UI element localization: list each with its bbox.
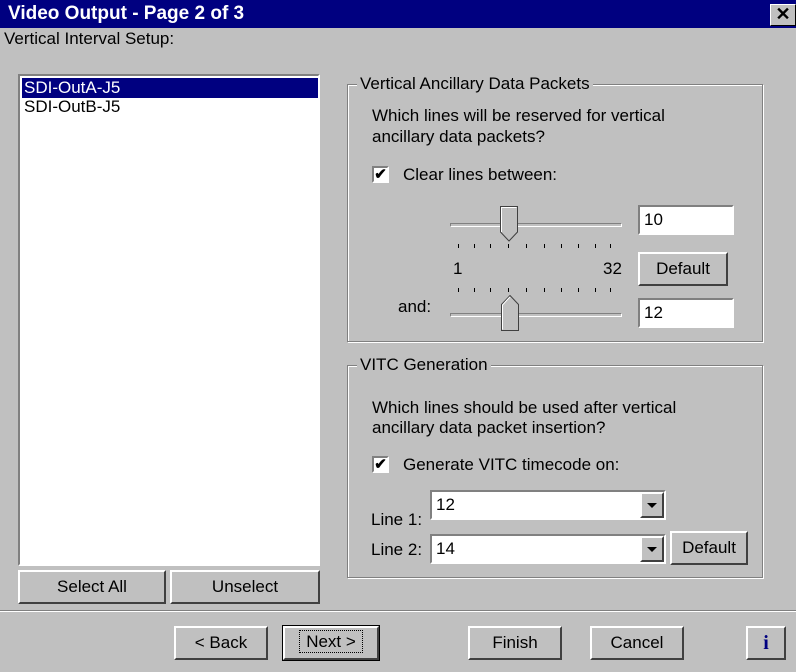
slider-2-thumb[interactable]: [501, 294, 519, 331]
and-label: and:: [398, 297, 432, 316]
slider-2-track[interactable]: [450, 313, 622, 317]
line1-value: 12: [436, 495, 455, 514]
finish-button[interactable]: Finish: [468, 626, 562, 660]
vitc-question-line2: ancillary data packet insertion?: [372, 418, 606, 437]
vitc-default-button[interactable]: Default: [670, 531, 748, 565]
clear-lines-checkbox[interactable]: ✔: [372, 166, 389, 183]
line1-dropdown-button[interactable]: [640, 492, 664, 518]
next-button-label: Next >: [299, 630, 363, 653]
cancel-button[interactable]: Cancel: [590, 626, 684, 660]
clear-lines-label: Clear lines between:: [403, 165, 558, 184]
vadp-legend: Vertical Ancillary Data Packets: [357, 74, 593, 94]
generate-vitc-checkbox[interactable]: ✔: [372, 456, 389, 473]
line2-label: Line 2:: [371, 540, 423, 559]
slider-2-ticks: [450, 288, 622, 294]
next-button[interactable]: Next >: [283, 626, 379, 660]
chevron-down-icon: [647, 547, 657, 552]
vertical-interval-setup-label: Vertical Interval Setup:: [4, 29, 175, 48]
slider-1-track[interactable]: [450, 223, 622, 227]
list-item[interactable]: SDI-OutA-J5: [22, 78, 318, 98]
range-min-label: 1: [453, 259, 463, 278]
check-icon: ✔: [374, 166, 387, 183]
select-all-button[interactable]: Select All: [18, 570, 166, 604]
generate-vitc-label: Generate VITC timecode on:: [403, 455, 620, 474]
close-button[interactable]: ✕: [770, 4, 796, 26]
vitc-legend: VITC Generation: [357, 355, 491, 375]
slider-1-ticks: [450, 244, 622, 250]
end-line-input[interactable]: 12: [638, 298, 734, 328]
separator-highlight: [0, 611, 796, 612]
line2-value: 14: [436, 539, 455, 558]
info-icon: i: [763, 632, 769, 654]
line2-select[interactable]: 14: [430, 534, 666, 564]
line1-select[interactable]: 12: [430, 490, 666, 520]
check-icon: ✔: [374, 456, 387, 473]
vadp-default-button[interactable]: Default: [638, 252, 728, 286]
list-item[interactable]: SDI-OutB-J5: [22, 97, 318, 117]
window-title: Video Output - Page 2 of 3: [8, 3, 245, 24]
line1-label: Line 1:: [371, 510, 423, 529]
close-icon: ✕: [775, 4, 791, 24]
slider-1-thumb[interactable]: [500, 206, 518, 242]
start-line-input[interactable]: 10: [638, 205, 734, 235]
output-list[interactable]: SDI-OutA-J5 SDI-OutB-J5: [18, 74, 320, 566]
chevron-down-icon: [647, 503, 657, 508]
vadp-question-line2: ancillary data packets?: [372, 127, 545, 146]
vitc-question-line1: Which lines should be used after vertica…: [372, 398, 677, 417]
unselect-button[interactable]: Unselect: [170, 570, 320, 604]
info-button[interactable]: i: [746, 626, 786, 660]
back-button[interactable]: < Back: [174, 626, 268, 660]
range-max-label: 32: [603, 259, 622, 278]
vadp-question-line1: Which lines will be reserved for vertica…: [372, 106, 665, 125]
line2-dropdown-button[interactable]: [640, 536, 664, 562]
